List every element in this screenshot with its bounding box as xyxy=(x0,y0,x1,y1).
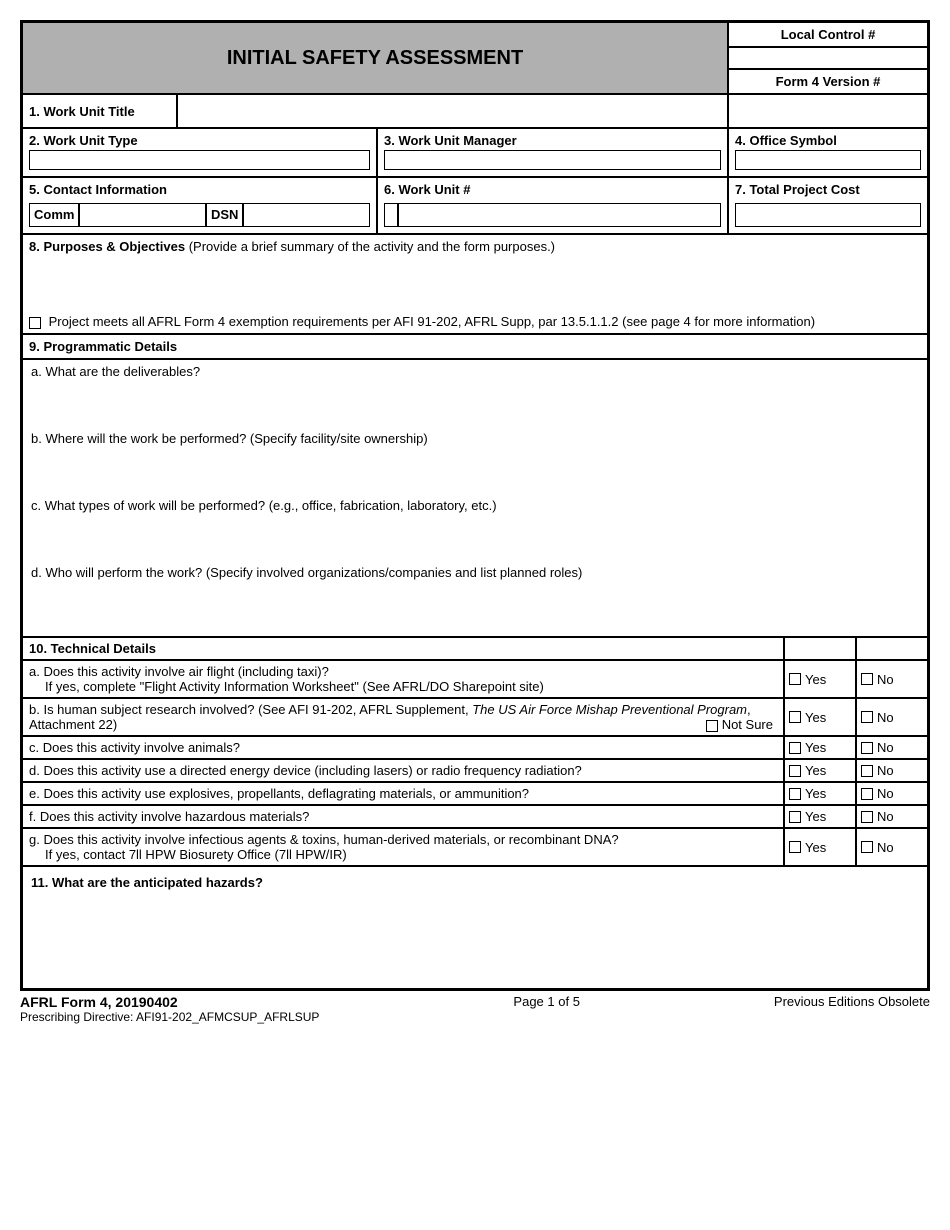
tech-c-no[interactable] xyxy=(861,742,873,754)
form-version-label: Form 4 Version # xyxy=(728,69,928,94)
exemption-checkbox[interactable] xyxy=(29,317,41,329)
tech-d-question: d. Does this activity use a directed ene… xyxy=(22,759,784,782)
work-unit-title-input[interactable] xyxy=(177,94,728,128)
tech-b-notsure[interactable] xyxy=(706,720,718,732)
comm-input[interactable] xyxy=(79,203,206,227)
tech-yes-header xyxy=(784,637,856,660)
local-control-input[interactable] xyxy=(728,47,928,69)
comm-label: Comm xyxy=(29,203,79,227)
work-unit-num-prefix[interactable] xyxy=(384,203,398,227)
tech-b-yes[interactable] xyxy=(789,711,801,723)
hazards-input[interactable] xyxy=(31,890,919,980)
field-1-label: 1. Work Unit Title xyxy=(29,104,135,119)
tech-b-question: b. Is human subject research involved? (… xyxy=(22,698,784,736)
deliverables-input[interactable] xyxy=(31,379,919,431)
directive: Prescribing Directive: AFI91-202_AFMCSUP… xyxy=(20,1010,319,1024)
field-9d-label: d. Who will perform the work? (Specify i… xyxy=(31,565,919,580)
tech-c-yes[interactable] xyxy=(789,742,801,754)
tech-f-no[interactable] xyxy=(861,811,873,823)
field-8-label: 8. Purposes & Objectives xyxy=(29,239,185,254)
field-3-label: 3. Work Unit Manager xyxy=(384,133,721,148)
performers-input[interactable] xyxy=(31,580,919,632)
header-row: INITIAL SAFETY ASSESSMENT Local Control … xyxy=(22,22,928,94)
field-7-label: 7. Total Project Cost xyxy=(735,182,921,197)
field-11-label: 11. What are the anticipated hazards? xyxy=(31,875,919,890)
tech-e-yes[interactable] xyxy=(789,788,801,800)
tech-d-no[interactable] xyxy=(861,765,873,777)
dsn-label: DSN xyxy=(206,203,243,227)
work-unit-manager-input[interactable] xyxy=(384,150,721,170)
tech-f-yes[interactable] xyxy=(789,811,801,823)
work-unit-type-input[interactable] xyxy=(29,150,370,170)
field-6-label: 6. Work Unit # xyxy=(384,182,721,197)
footer: AFRL Form 4, 20190402 Prescribing Direct… xyxy=(20,994,930,1024)
tech-b-no[interactable] xyxy=(861,711,873,723)
field-2-label: 2. Work Unit Type xyxy=(29,133,370,148)
local-control-label: Local Control # xyxy=(728,22,928,47)
field-9c-label: c. What types of work will be performed?… xyxy=(31,498,919,513)
tech-a-yes[interactable] xyxy=(789,673,801,685)
field-10-label: 10. Technical Details xyxy=(22,637,784,660)
tech-g-question: g. Does this activity involve infectious… xyxy=(22,828,784,866)
field-9a-label: a. What are the deliverables? xyxy=(31,364,919,379)
page-number: Page 1 of 5 xyxy=(513,994,580,1024)
office-symbol-input[interactable] xyxy=(735,150,921,170)
form-id: AFRL Form 4, 20190402 xyxy=(20,994,319,1010)
work-unit-num-input[interactable] xyxy=(398,203,721,227)
tech-e-question: e. Does this activity use explosives, pr… xyxy=(22,782,784,805)
total-cost-input[interactable] xyxy=(735,203,921,227)
tech-d-yes[interactable] xyxy=(789,765,801,777)
tech-a-no[interactable] xyxy=(861,673,873,685)
location-input[interactable] xyxy=(31,446,919,498)
tech-no-header xyxy=(856,637,928,660)
field-8-hint: (Provide a brief summary of the activity… xyxy=(185,239,555,254)
tech-e-no[interactable] xyxy=(861,788,873,800)
tech-g-yes[interactable] xyxy=(789,841,801,853)
form-container: INITIAL SAFETY ASSESSMENT Local Control … xyxy=(20,20,930,991)
tech-g-no[interactable] xyxy=(861,841,873,853)
purposes-input[interactable] xyxy=(29,254,921,314)
field-5-label: 5. Contact Information xyxy=(29,182,370,197)
form-title: INITIAL SAFETY ASSESSMENT xyxy=(22,22,728,94)
tech-f-question: f. Does this activity involve hazardous … xyxy=(22,805,784,828)
form-version-input[interactable] xyxy=(728,94,928,128)
tech-c-question: c. Does this activity involve animals? xyxy=(22,736,784,759)
field-9-label: 9. Programmatic Details xyxy=(22,334,928,359)
work-types-input[interactable] xyxy=(31,513,919,565)
field-4-label: 4. Office Symbol xyxy=(735,133,921,148)
exemption-text: Project meets all AFRL Form 4 exemption … xyxy=(49,314,815,329)
tech-a-question: a. Does this activity involve air flight… xyxy=(22,660,784,698)
field-9b-label: b. Where will the work be performed? (Sp… xyxy=(31,431,919,446)
obsolete-notice: Previous Editions Obsolete xyxy=(774,994,930,1024)
dsn-input[interactable] xyxy=(243,203,370,227)
